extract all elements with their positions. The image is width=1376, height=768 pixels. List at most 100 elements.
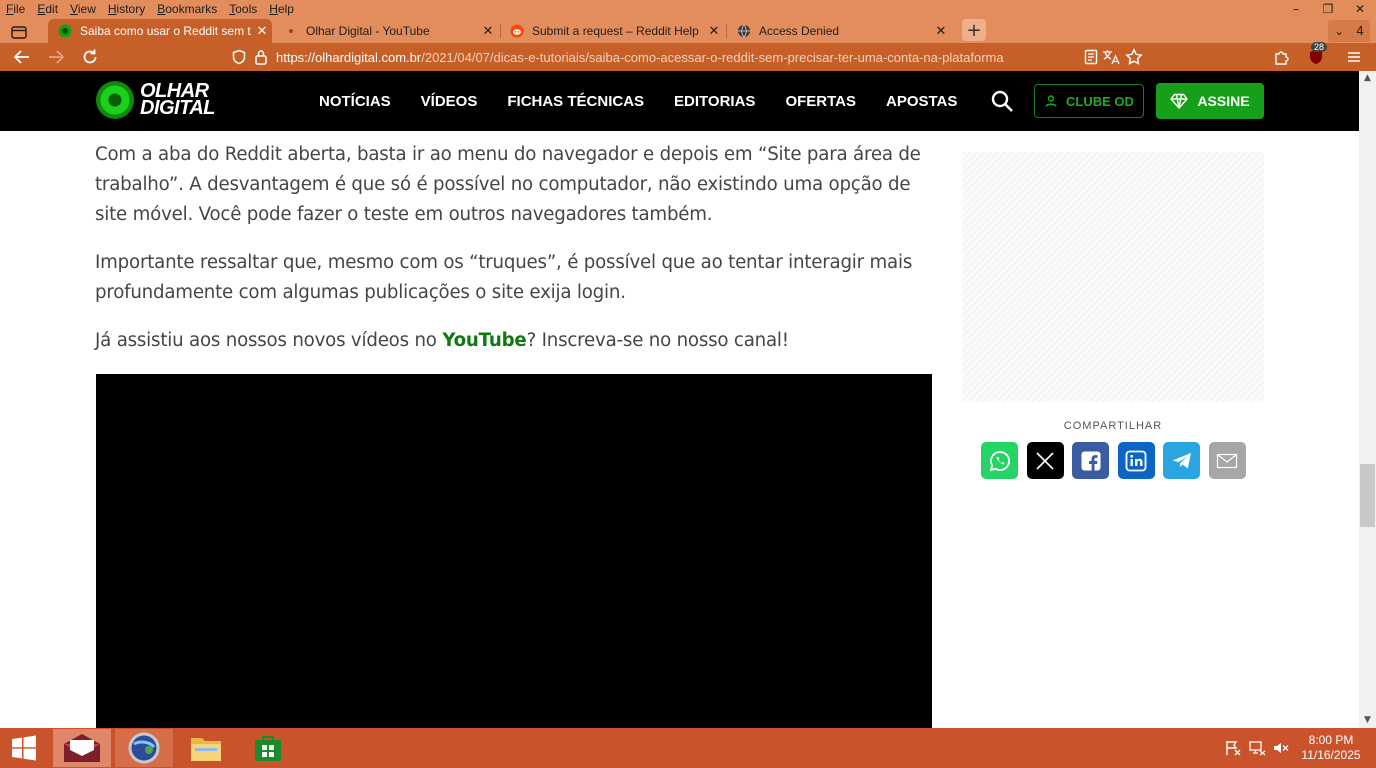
logo-line-2: DIGITAL	[140, 97, 216, 119]
scrollbar-thumb[interactable]	[1360, 464, 1375, 527]
reddit-icon	[510, 24, 524, 38]
olhar-digital-icon	[58, 24, 72, 38]
back-button[interactable]	[10, 46, 34, 68]
assine-button[interactable]: ASSINE	[1156, 83, 1264, 119]
extensions-button[interactable]	[1270, 46, 1294, 68]
tab-label: Access Denied	[759, 24, 840, 38]
tracking-protection-button[interactable]	[227, 46, 251, 68]
action-center-flag-icon[interactable]	[1224, 740, 1242, 756]
taskbar-clock[interactable]: 8:00 PM 11/16/2025	[1296, 733, 1366, 763]
start-button[interactable]	[0, 728, 48, 768]
menu-bar: File Edit View History Bookmarks Tools H…	[0, 0, 300, 18]
search-icon	[991, 90, 1013, 112]
forward-button[interactable]	[44, 46, 68, 68]
folder-icon	[191, 738, 221, 761]
scroll-up-icon[interactable]: ▲	[1359, 71, 1376, 85]
tab-close-icon[interactable]: ✕	[252, 23, 272, 39]
nav-fichas-tecnicas[interactable]: FICHAS TÉCNICAS	[507, 93, 644, 110]
app-menu-button[interactable]	[1342, 46, 1366, 68]
youtube-link[interactable]: YouTube	[442, 330, 526, 351]
nav-ofertas[interactable]: OFERTAS	[785, 93, 856, 110]
restore-button[interactable]: ❐	[1312, 0, 1344, 18]
tab-reddit-help[interactable]: Submit a request – Reddit Help ✕	[500, 19, 724, 43]
clock-date: 11/16/2025	[1301, 748, 1361, 762]
video-player[interactable]	[96, 374, 932, 728]
tab-access-denied[interactable]: Access Denied ✕	[727, 19, 951, 43]
new-tab-button[interactable]: +	[962, 19, 986, 41]
menu-tools[interactable]: Tools	[223, 0, 263, 18]
share-email-button[interactable]	[1208, 442, 1246, 479]
nav-editorias[interactable]: EDITORIAS	[674, 93, 755, 110]
back-arrow-icon	[13, 50, 29, 64]
share-telegram-button[interactable]	[1163, 442, 1200, 479]
page-scrollbar[interactable]	[1359, 71, 1376, 728]
minimize-button[interactable]: –	[1280, 0, 1312, 18]
article-paragraph: Com a aba do Reddit aberta, basta ir ao …	[95, 144, 921, 225]
nav-noticias[interactable]: NOTÍCIAS	[319, 93, 391, 110]
share-facebook-button[interactable]	[1072, 442, 1109, 479]
reload-icon	[83, 49, 97, 64]
article-body: Com a aba do Reddit aberta, basta ir ao …	[95, 140, 935, 374]
menu-help[interactable]: Help	[263, 0, 300, 18]
user-icon	[1045, 95, 1057, 107]
star-icon	[1125, 48, 1143, 65]
tab-olhar-digital[interactable]: Saiba como usar o Reddit sem t ✕	[48, 19, 272, 43]
url-field[interactable]: https://olhardigital.com.br/2021/04/07/d…	[276, 46, 1076, 68]
taskbar: 8:00 PM 11/16/2025	[0, 728, 1376, 768]
scroll-down-icon[interactable]: ▼	[1359, 713, 1376, 727]
article-paragraph: Já assistiu aos nossos novos vídeos no Y…	[95, 326, 935, 356]
menu-edit[interactable]: Edit	[31, 0, 64, 18]
linkedin-icon	[1125, 450, 1147, 471]
tab-list-icon	[11, 26, 27, 39]
article-paragraph: Importante ressaltar que, mesmo com os “…	[95, 252, 913, 303]
share-linkedin-button[interactable]	[1117, 442, 1155, 479]
share-whatsapp-button[interactable]	[981, 442, 1018, 479]
reload-button[interactable]	[78, 46, 102, 68]
taskbar-store[interactable]	[239, 729, 297, 767]
diamond-icon	[1170, 93, 1189, 109]
hamburger-menu-icon	[1348, 52, 1360, 62]
tab-close-icon[interactable]: ✕	[704, 23, 724, 39]
taskbar-file-explorer[interactable]	[177, 729, 235, 767]
clube-od-label: CLUBE OD	[1066, 93, 1134, 109]
site-info-button[interactable]	[249, 46, 273, 68]
url-host: https://olhardigital.com.br	[276, 49, 422, 65]
site-header: OLHAR DIGITAL NOTÍCIAS VÍDEOS FICHAS TÉC…	[0, 71, 1359, 131]
menu-history[interactable]: History	[102, 0, 151, 18]
tab-count-button[interactable]: ⌄ 4	[1328, 20, 1370, 42]
nav-videos[interactable]: VÍDEOS	[421, 93, 478, 110]
lock-icon	[255, 50, 267, 65]
network-icon[interactable]	[1248, 740, 1266, 756]
envelope-app-icon	[64, 734, 100, 762]
olhar-digital-logo[interactable]: OLHAR DIGITAL	[96, 81, 216, 119]
windows-logo-icon	[12, 735, 36, 761]
menu-view[interactable]: View	[64, 0, 102, 18]
extension-badge: 28	[1310, 42, 1327, 52]
ublock-extension-button[interactable]: 28	[1304, 42, 1328, 68]
nav-apostas[interactable]: APOSTAS	[886, 93, 957, 110]
translate-button[interactable]	[1099, 46, 1123, 68]
clube-od-button[interactable]: CLUBE OD	[1034, 84, 1144, 118]
tab-close-icon[interactable]: ✕	[478, 23, 498, 39]
tab-list-button[interactable]	[6, 21, 32, 43]
tab-label: Saiba como usar o Reddit sem t	[80, 24, 251, 38]
share-x-button[interactable]	[1026, 442, 1064, 479]
share-label: COMPARTILHAR	[1063, 420, 1163, 432]
tab-strip: Saiba como usar o Reddit sem t ✕ Olhar D…	[0, 19, 1376, 43]
assine-label: ASSINE	[1197, 93, 1250, 109]
menu-bookmarks[interactable]: Bookmarks	[151, 0, 223, 18]
whatsapp-icon	[989, 450, 1010, 471]
tab-close-icon[interactable]: ✕	[931, 23, 951, 39]
paragraph-text: Já assistiu aos nossos novos vídeos no	[95, 330, 443, 351]
search-button[interactable]	[990, 89, 1014, 113]
volume-muted-icon[interactable]	[1272, 740, 1290, 756]
tab-youtube[interactable]: Olhar Digital - YouTube ✕	[274, 19, 498, 43]
taskbar-app-browser[interactable]	[115, 729, 173, 767]
reader-view-icon	[1084, 49, 1098, 65]
close-window-button[interactable]: ✕	[1344, 0, 1376, 18]
taskbar-app-pinned[interactable]	[53, 729, 111, 767]
bookmark-button[interactable]	[1122, 46, 1146, 68]
x-icon	[1036, 451, 1054, 470]
telegram-icon	[1172, 452, 1191, 468]
menu-file[interactable]: File	[0, 0, 31, 18]
